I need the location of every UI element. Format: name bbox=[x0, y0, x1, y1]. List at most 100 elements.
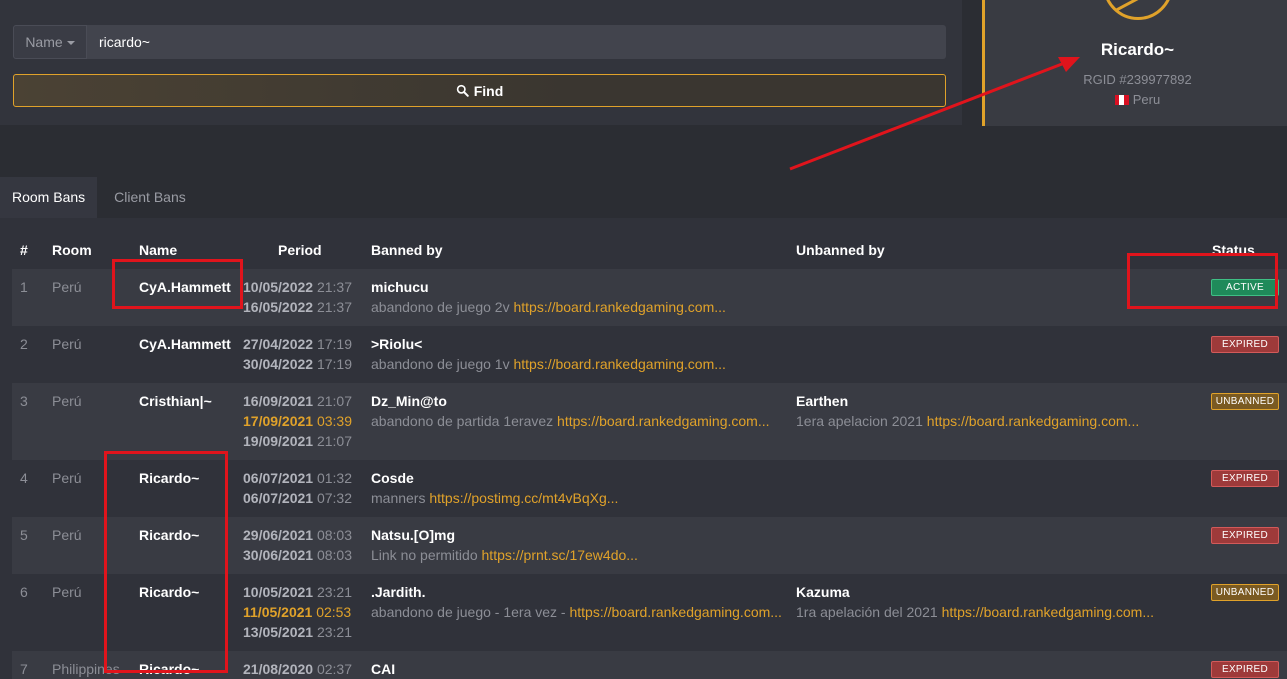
row-room: Perú bbox=[52, 527, 82, 543]
table-header: # Room Name Period Banned by Unbanned by… bbox=[0, 240, 1287, 260]
period-line: 27/04/2022 17:19 bbox=[243, 334, 352, 354]
status-badge: EXPIRED bbox=[1211, 661, 1279, 678]
search-input[interactable] bbox=[87, 25, 946, 59]
period-date: 10/05/2021 bbox=[243, 584, 314, 600]
period-date: 06/07/2021 bbox=[243, 470, 314, 486]
row-banned-by: >Riolu< abandono de juego 1v https://boar… bbox=[371, 334, 726, 374]
banned-by-name[interactable]: >Riolu< bbox=[371, 334, 726, 354]
period-date: 11/05/2021 bbox=[243, 604, 313, 620]
ban-reason: manners https://postimg.cc/mt4vBqXg... bbox=[371, 488, 618, 508]
row-player-name[interactable]: Ricardo~ bbox=[139, 584, 199, 600]
tab-client-bans[interactable]: Client Bans bbox=[97, 177, 198, 218]
column-header-name: Name bbox=[139, 242, 178, 258]
period-line: 10/05/2022 21:37 bbox=[243, 277, 352, 297]
period-line: 06/07/2021 07:32 bbox=[243, 488, 352, 508]
period-date: 19/09/2021 bbox=[243, 433, 314, 449]
period-time: 17:19 bbox=[316, 356, 353, 372]
column-header-status: Status bbox=[1212, 242, 1255, 258]
status-badge: UNBANNED bbox=[1211, 584, 1279, 601]
column-header-room: Room bbox=[52, 242, 92, 258]
banned-by-name[interactable]: Natsu.[O]mg bbox=[371, 525, 638, 545]
period-time: 21:07 bbox=[316, 433, 353, 449]
row-banned-by: CAI bbox=[371, 659, 395, 679]
row-number: 3 bbox=[20, 393, 28, 409]
banned-by-name[interactable]: Dz_Min@to bbox=[371, 391, 770, 411]
row-room: Perú bbox=[52, 336, 82, 352]
row-player-name[interactable]: CyA.Hammett bbox=[139, 279, 231, 295]
period-time: 08:03 bbox=[316, 547, 353, 563]
unban-evidence-link[interactable]: https://board.rankedgaming.com... bbox=[942, 604, 1154, 620]
row-player-name[interactable]: Ricardo~ bbox=[139, 661, 199, 677]
period-line: 16/05/2022 21:37 bbox=[243, 297, 352, 317]
period-date: 10/05/2022 bbox=[243, 279, 314, 295]
search-filter-dropdown[interactable]: Name bbox=[13, 25, 87, 59]
ban-reason: abandono de juego 1v https://board.ranke… bbox=[371, 354, 726, 374]
row-player-name[interactable]: Ricardo~ bbox=[139, 527, 199, 543]
tab-room-bans[interactable]: Room Bans bbox=[0, 177, 98, 218]
row-unbanned-by: Kazuma 1ra apelación del 2021 https://boa… bbox=[796, 582, 1154, 622]
banned-by-name[interactable]: michucu bbox=[371, 277, 726, 297]
ban-evidence-link[interactable]: https://prnt.sc/17ew4do... bbox=[482, 547, 638, 563]
row-banned-by: Dz_Min@to abandono de partida 1eravez htt… bbox=[371, 391, 770, 431]
table-row: 7 Philippines Ricardo~ 21/08/2020 02:37 CAI E… bbox=[12, 651, 1287, 679]
period-line: 06/07/2021 01:32 bbox=[243, 468, 352, 488]
period-date: 27/04/2022 bbox=[243, 336, 314, 352]
table-row: 2 Perú CyA.Hammett 27/04/2022 17:19 30/04/20… bbox=[12, 326, 1287, 383]
row-number: 2 bbox=[20, 336, 28, 352]
ban-evidence-link[interactable]: https://board.rankedgaming.com... bbox=[557, 413, 769, 429]
unban-reason: 1era apelacion 2021 https://board.ranked… bbox=[796, 411, 1139, 431]
status-badge: EXPIRED bbox=[1211, 470, 1279, 487]
period-line: 21/08/2020 02:37 bbox=[243, 659, 352, 679]
period-time: 02:53 bbox=[316, 604, 352, 620]
status-badge: UNBANNED bbox=[1211, 393, 1279, 410]
search-panel: Name Find bbox=[0, 0, 962, 125]
avatar bbox=[1103, 0, 1173, 20]
ban-evidence-link[interactable]: https://postimg.cc/mt4vBqXg... bbox=[429, 490, 618, 506]
profile-country: Peru bbox=[985, 92, 1287, 107]
column-header-period: Period bbox=[278, 242, 322, 258]
row-number: 7 bbox=[20, 661, 28, 677]
table-row: 5 Perú Ricardo~ 29/06/2021 08:03 30/06/2021 … bbox=[12, 517, 1287, 574]
row-room: Perú bbox=[52, 584, 82, 600]
table-row: 1 Perú CyA.Hammett 10/05/2022 21:37 16/05/20… bbox=[12, 269, 1287, 326]
row-player-name[interactable]: CyA.Hammett bbox=[139, 336, 231, 352]
row-number: 4 bbox=[20, 470, 28, 486]
find-button[interactable]: Find bbox=[13, 74, 946, 107]
banned-by-name[interactable]: CAI bbox=[371, 659, 395, 679]
caret-down-icon bbox=[66, 41, 75, 45]
row-period: 27/04/2022 17:19 30/04/2022 17:19 bbox=[243, 334, 352, 374]
period-time: 02:37 bbox=[316, 661, 353, 677]
period-time: 07:32 bbox=[316, 490, 353, 506]
row-period: 06/07/2021 01:32 06/07/2021 07:32 bbox=[243, 468, 352, 508]
ban-evidence-link[interactable]: https://board.rankedgaming.com... bbox=[569, 604, 781, 620]
ban-evidence-link[interactable]: https://board.rankedgaming.com... bbox=[513, 299, 725, 315]
ban-evidence-link[interactable]: https://board.rankedgaming.com... bbox=[513, 356, 725, 372]
period-date: 16/05/2022 bbox=[243, 299, 314, 315]
ban-reason: abandono de partida 1eravez https://boar… bbox=[371, 411, 770, 431]
row-player-name[interactable]: Cristhian|~ bbox=[139, 393, 212, 409]
search-icon bbox=[456, 84, 469, 97]
banned-by-name[interactable]: Cosde bbox=[371, 468, 618, 488]
row-banned-by: Natsu.[O]mg Link no permitido https://prn… bbox=[371, 525, 638, 565]
ban-reason: Link no permitido https://prnt.sc/17ew4d… bbox=[371, 545, 638, 565]
ban-tabs: Room Bans Client Bans bbox=[0, 177, 198, 218]
banned-by-name[interactable]: .Jardith. bbox=[371, 582, 782, 602]
period-line: 11/05/2021 02:53 bbox=[243, 602, 352, 622]
unban-evidence-link[interactable]: https://board.rankedgaming.com... bbox=[927, 413, 1139, 429]
ban-reason-text: Link no permitido bbox=[371, 547, 482, 563]
period-line: 10/05/2021 23:21 bbox=[243, 582, 352, 602]
period-date: 21/08/2020 bbox=[243, 661, 314, 677]
unbanned-by-name[interactable]: Earthen bbox=[796, 391, 1139, 411]
column-header-banned-by: Banned by bbox=[371, 242, 443, 258]
column-header-num: # bbox=[20, 242, 28, 258]
row-number: 5 bbox=[20, 527, 28, 543]
row-room: Perú bbox=[52, 470, 82, 486]
find-button-label: Find bbox=[473, 82, 504, 99]
unbanned-by-name[interactable]: Kazuma bbox=[796, 582, 1154, 602]
row-number: 1 bbox=[20, 279, 28, 295]
profile-rgid: RGID #239977892 bbox=[1083, 72, 1192, 87]
row-banned-by: michucu abandono de juego 2v https://boar… bbox=[371, 277, 726, 317]
ban-reason-text: manners bbox=[371, 490, 430, 506]
ban-reason: abandono de juego 2v https://board.ranke… bbox=[371, 297, 726, 317]
row-player-name[interactable]: Ricardo~ bbox=[139, 470, 199, 486]
